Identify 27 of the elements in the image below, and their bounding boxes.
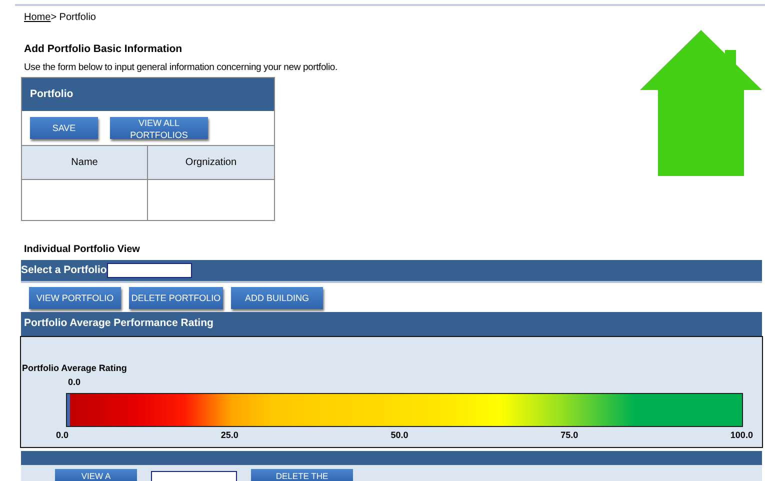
panel-header: Portfolio bbox=[22, 78, 274, 111]
home-link[interactable]: Home bbox=[24, 12, 51, 23]
section-title: Add Portfolio Basic Information bbox=[24, 42, 184, 57]
tick-label: 0.0 bbox=[56, 429, 69, 442]
action-button[interactable]: DELETE PORTFOLIO bbox=[129, 286, 223, 308]
action-button[interactable]: DELETE THE bbox=[251, 469, 353, 481]
tick-label: 25.0 bbox=[220, 429, 238, 442]
column-header: Orgnization bbox=[148, 146, 274, 180]
select-label: Select a Portfolio bbox=[21, 262, 107, 278]
house-icon bbox=[640, 30, 762, 176]
tick-label: 75.0 bbox=[560, 429, 578, 442]
rating-value: 0.0 bbox=[68, 376, 82, 388]
description-text: Use the form below to input general information concerning your new portfolio. bbox=[24, 60, 338, 75]
section-title: Individual Portfolio View bbox=[24, 243, 141, 257]
action-button[interactable]: VIEW PORTFOLIO bbox=[29, 286, 121, 308]
rating-label: Portfolio Average Rating bbox=[22, 362, 128, 375]
column-header: Name bbox=[22, 146, 148, 180]
tick-label: 100.0 bbox=[730, 429, 753, 442]
action-button[interactable]: VIEW ALL PORTFOLIOS bbox=[110, 117, 208, 139]
input-field[interactable] bbox=[151, 471, 237, 481]
portfolio-select-field[interactable] bbox=[106, 263, 192, 278]
rating-header: Portfolio Average Performance Rating bbox=[21, 312, 762, 336]
breadcrumb: Home> Portfolio bbox=[24, 11, 97, 25]
action-button[interactable]: ADD BUILDING bbox=[231, 286, 323, 308]
action-button[interactable]: VIEW A bbox=[55, 469, 137, 481]
tick-label: 50.0 bbox=[390, 429, 408, 442]
action-button[interactable]: SAVE bbox=[30, 117, 98, 139]
